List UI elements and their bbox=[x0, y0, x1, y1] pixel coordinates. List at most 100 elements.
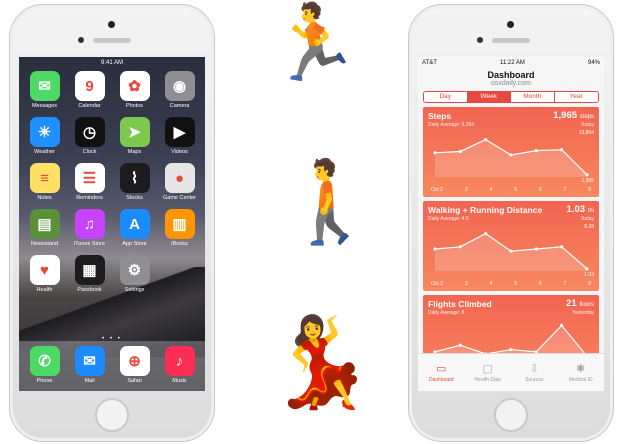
front-camera bbox=[78, 37, 84, 43]
app-newsstand[interactable]: ▤ Newsstand bbox=[25, 209, 64, 247]
app-messages[interactable]: ✉ Messages bbox=[25, 71, 64, 109]
health-icon[interactable]: ♥ bbox=[29, 255, 60, 285]
chart-point-3 bbox=[509, 348, 513, 352]
itunes-store-icon[interactable]: ♫ bbox=[74, 209, 105, 239]
app-reminders[interactable]: ☰ Reminders bbox=[70, 163, 109, 201]
chart-tick-label: 3 bbox=[464, 281, 468, 287]
app-notes[interactable]: ≡ Notes bbox=[25, 163, 64, 201]
app-videos[interactable]: ▶ Videos bbox=[160, 117, 199, 155]
app-label: Game Center bbox=[162, 195, 196, 201]
photos-icon[interactable]: ✿ bbox=[119, 71, 150, 101]
mail-icon[interactable]: ✉ bbox=[74, 346, 105, 376]
app-label: App Store bbox=[122, 241, 147, 247]
app-phone[interactable]: ✆ Phone bbox=[25, 346, 64, 391]
settings-icon[interactable]: ⚙ bbox=[119, 255, 150, 285]
segment-year[interactable]: Year bbox=[554, 92, 598, 102]
app-camera[interactable]: ◉ Camera bbox=[160, 71, 199, 109]
clock-icon[interactable]: ◷ bbox=[74, 117, 105, 147]
chart-point-0 bbox=[433, 247, 437, 251]
stocks-icon[interactable]: ⌇ bbox=[119, 163, 150, 193]
app-settings[interactable]: ⚙ Settings bbox=[115, 255, 154, 293]
home-button[interactable] bbox=[494, 398, 528, 432]
earpiece-speaker bbox=[93, 38, 131, 43]
app-label: Photos bbox=[125, 103, 144, 109]
iphone-left: 9:41 AM ✉ Messages 9 Calendar ✿ Photos ◉ Camera… bbox=[9, 4, 215, 442]
app-label: Camera bbox=[169, 103, 190, 109]
chart-tick-label: 7 bbox=[563, 187, 567, 193]
chart-tick-label: 3 bbox=[464, 187, 468, 193]
app-label: Passbook bbox=[77, 287, 102, 293]
chart-tick-label: 6 bbox=[538, 187, 542, 193]
passbook-icon[interactable]: ▦ bbox=[74, 255, 105, 285]
app-app-store[interactable]: A App Store bbox=[115, 209, 154, 247]
newsstand-icon[interactable]: ▤ bbox=[29, 209, 60, 239]
app-clock[interactable]: ◷ Clock bbox=[70, 117, 109, 155]
notes-icon[interactable]: ≡ bbox=[29, 163, 60, 193]
reminders-icon[interactable]: ☰ bbox=[74, 163, 105, 193]
app-passbook[interactable]: ▦ Passbook bbox=[70, 255, 109, 293]
tab-medical-id[interactable]: ✱ Medical ID bbox=[558, 354, 605, 391]
status-bar: 9:41 AM bbox=[19, 57, 205, 68]
messages-icon[interactable]: ✉ bbox=[29, 71, 60, 101]
chart-point-4 bbox=[534, 247, 538, 251]
game-center-icon[interactable]: ● bbox=[164, 163, 195, 193]
app-photos[interactable]: ✿ Photos bbox=[115, 71, 154, 109]
chart-tick-label: 8 bbox=[588, 281, 591, 287]
tab-label: Health Data bbox=[474, 377, 501, 383]
chart-point-3 bbox=[509, 249, 513, 253]
app-game-center[interactable]: ● Game Center bbox=[160, 163, 199, 201]
sources-icon: ⇩ bbox=[529, 363, 539, 375]
tab-label: Medical ID bbox=[568, 377, 593, 383]
chart-point-1 bbox=[458, 343, 462, 347]
health-card-1[interactable]: Walking + Running Distance Daily Average:… bbox=[423, 201, 599, 291]
weather-icon[interactable]: ☀ bbox=[29, 117, 60, 147]
tab-dashboard[interactable]: ▭ Dashboard bbox=[418, 354, 465, 391]
app-label: Stocks bbox=[126, 195, 143, 201]
safari-icon[interactable]: ⊕ bbox=[119, 346, 150, 376]
chart-tick-label: 4 bbox=[489, 187, 493, 193]
chart-point-1 bbox=[458, 149, 462, 154]
app-health[interactable]: ♥ Health bbox=[25, 255, 64, 293]
app-label: Videos bbox=[171, 149, 188, 155]
app-weather[interactable]: ☀ Weather bbox=[25, 117, 64, 155]
segment-day[interactable]: Day bbox=[424, 92, 468, 102]
maps-icon[interactable]: ➤ bbox=[119, 117, 150, 147]
ibooks-icon[interactable]: ▥ bbox=[164, 209, 195, 239]
phone-icon[interactable]: ✆ bbox=[29, 346, 60, 376]
app-itunes-store[interactable]: ♫ iTunes Store bbox=[70, 209, 109, 247]
tab-health-data[interactable]: ▢ Health Data bbox=[465, 354, 512, 391]
segment-month[interactable]: Month bbox=[511, 92, 555, 102]
home-button[interactable] bbox=[95, 398, 129, 432]
app-label: iTunes Store bbox=[74, 241, 105, 247]
time-text: 11:22 AM bbox=[499, 59, 525, 66]
chart-tick-label: Oct 2 bbox=[431, 281, 443, 287]
camera-icon[interactable]: ◉ bbox=[164, 71, 195, 101]
tab-sources[interactable]: ⇩ Sources bbox=[511, 354, 558, 391]
app-label: Reminders bbox=[76, 195, 103, 201]
app-ibooks[interactable]: ▥ iBooks bbox=[160, 209, 199, 247]
app-calendar[interactable]: 9 Calendar bbox=[70, 71, 109, 109]
chart-point-1 bbox=[458, 245, 462, 249]
app-safari[interactable]: ⊕ Safari bbox=[115, 346, 154, 391]
page-subtitle: osxdaily.com bbox=[491, 80, 531, 87]
app-mail[interactable]: ✉ Mail bbox=[70, 346, 109, 391]
chart-point-6 bbox=[585, 173, 589, 177]
app-maps[interactable]: ➤ Maps bbox=[115, 117, 154, 155]
camera-dot bbox=[108, 21, 115, 28]
segment-week[interactable]: Week bbox=[467, 92, 511, 102]
app-label: Music bbox=[172, 378, 187, 384]
tab-label: Sources bbox=[525, 377, 544, 383]
chart-point-5 bbox=[560, 245, 564, 249]
app-stocks[interactable]: ⌇ Stocks bbox=[115, 163, 154, 201]
app-label: Clock bbox=[82, 149, 97, 155]
app-label: Messages bbox=[31, 103, 58, 109]
app-label: Weather bbox=[34, 149, 55, 155]
app-store-icon[interactable]: A bbox=[119, 209, 150, 239]
health-card-0[interactable]: Steps Daily Average: 9,254 Today 13,804 1,96… bbox=[423, 107, 599, 197]
calendar-icon[interactable]: 9 bbox=[74, 71, 105, 101]
app-music[interactable]: ♪ Music bbox=[160, 346, 199, 391]
videos-icon[interactable]: ▶ bbox=[164, 117, 195, 147]
music-icon[interactable]: ♪ bbox=[164, 346, 195, 376]
period-segmented-control: Day Week Month Year bbox=[423, 91, 599, 103]
app-label: Safari bbox=[127, 378, 142, 384]
